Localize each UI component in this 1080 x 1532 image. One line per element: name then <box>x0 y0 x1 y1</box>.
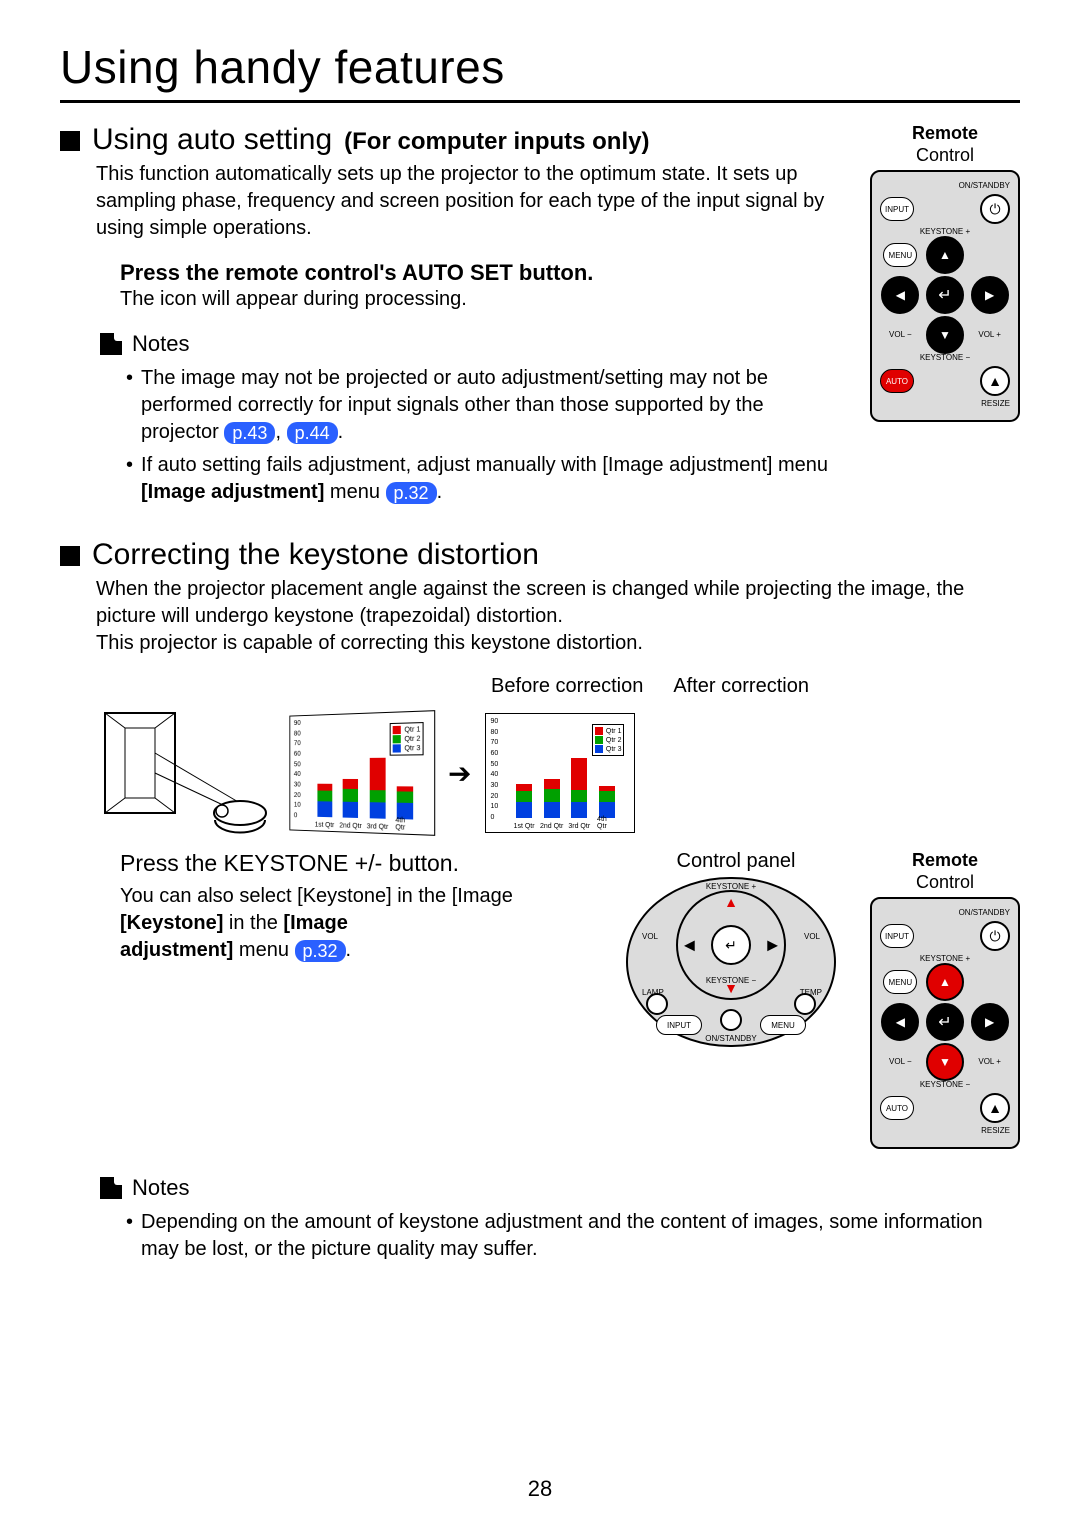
menu-button[interactable]: MENU <box>760 1015 806 1035</box>
vol-left-label: VOL <box>642 933 658 941</box>
page-ref[interactable]: p.32 <box>386 482 437 504</box>
onstandby-button[interactable] <box>720 1009 742 1031</box>
note-text: Depending on the amount of keystone adju… <box>141 1209 1020 1263</box>
image-adjust-label: [Image adjustment] <box>141 481 324 503</box>
up-button[interactable] <box>926 963 964 1001</box>
page-ref[interactable]: p.44 <box>287 422 338 444</box>
keystone-plus-label: KEYSTONE + <box>880 228 1010 236</box>
note-text: If auto setting fails adjustment, adjust… <box>141 454 828 476</box>
remote-control-illustration: ON/STANDBY INPUT ⏻ KEYSTONE + MENU ↵ VOL… <box>870 897 1020 1149</box>
auto-button[interactable]: AUTO <box>880 369 914 393</box>
keystone-plus-label: KEYSTONE + <box>880 955 1010 963</box>
down-button[interactable] <box>926 316 964 354</box>
keystone-minus-label: KEYSTONE − <box>880 1081 1010 1089</box>
input-button[interactable]: INPUT <box>656 1015 702 1035</box>
keystone-intro: When the projector placement angle again… <box>96 576 1020 657</box>
after-label: After correction <box>673 675 809 698</box>
up-button[interactable] <box>926 236 964 274</box>
note-item: • If auto setting fails adjustment, adju… <box>126 452 840 506</box>
auto-setting-step-sub: The icon will appear during processing. <box>120 288 840 311</box>
notes-title: Notes <box>132 331 189 357</box>
vol-left-arrow-icon: ◀ <box>684 937 695 954</box>
right-button[interactable] <box>971 1003 1009 1041</box>
resize-label: RESIZE <box>880 400 1010 408</box>
page-ref[interactable]: p.32 <box>295 940 346 962</box>
onstandby-label: ON/STANDBY <box>880 909 1010 917</box>
onstandby-button[interactable]: ⏻ <box>980 194 1010 224</box>
auto-setting-intro: This function automatically sets up the … <box>96 161 840 242</box>
page-number: 28 <box>528 1476 552 1502</box>
input-button[interactable]: INPUT <box>880 924 914 948</box>
keystone-step: Press the KEYSTONE +/- button. <box>120 850 602 877</box>
notes-icon <box>100 333 122 355</box>
title-underline <box>60 100 1020 103</box>
vol-right-label: VOL <box>804 933 820 941</box>
keystone-plus-label: KEYSTONE + <box>706 883 756 891</box>
auto-button[interactable]: AUTO <box>880 1096 914 1120</box>
control-panel-label: Control panel <box>626 850 846 873</box>
temp-indicator <box>794 993 816 1015</box>
image-adj-label: [Image <box>283 912 347 934</box>
resize-button[interactable]: ▲ <box>980 1093 1010 1123</box>
note-item: • Depending on the amount of keystone ad… <box>126 1209 1020 1263</box>
keystone-heading: Correcting the keystone distortion <box>92 538 539 572</box>
section-bullet-icon <box>60 131 80 151</box>
bullet-icon: • <box>126 1209 133 1263</box>
remote-control-illustration: ON/STANDBY INPUT ⏻ KEYSTONE + MENU ↵ VOL… <box>870 170 1020 422</box>
enter-button[interactable]: ↵ <box>711 925 751 965</box>
vol-right-arrow-icon: ▶ <box>767 937 778 954</box>
page-title: Using handy features <box>60 40 1020 94</box>
left-button[interactable] <box>881 1003 919 1041</box>
left-button[interactable] <box>881 276 919 314</box>
notes-title: Notes <box>132 1175 189 1201</box>
keystone-step-sub: You can also select [Keystone] in the [I… <box>120 885 513 907</box>
keystone-minus-label: KEYSTONE − <box>880 354 1010 362</box>
notes-icon <box>100 1177 122 1199</box>
menu-button[interactable]: MENU <box>883 970 917 994</box>
auto-setting-step: Press the remote control's AUTO SET butt… <box>120 260 840 286</box>
vol-minus-label: VOL − <box>889 331 912 339</box>
bullet-icon: • <box>126 365 133 446</box>
arrow-icon: ➔ <box>448 757 471 790</box>
remote-label: Remote Control <box>870 123 1020 166</box>
auto-setting-heading: Using auto setting <box>92 123 332 157</box>
keystone-minus-label: KEYSTONE − <box>706 977 756 985</box>
right-button[interactable] <box>971 276 1009 314</box>
after-chart: 01020304050607080901st Qtr2nd Qtr3rd Qtr… <box>485 713 635 833</box>
note-item: • The image may not be projected or auto… <box>126 365 840 446</box>
input-button[interactable]: INPUT <box>880 197 914 221</box>
vol-plus-label: VOL + <box>978 1058 1001 1066</box>
bullet-icon: • <box>126 452 133 506</box>
onstandby-label: ON/STANDBY <box>880 182 1010 190</box>
resize-label: RESIZE <box>880 1127 1010 1135</box>
onstandby-label: ON/STANDBY <box>705 1035 756 1043</box>
enter-button[interactable]: ↵ <box>926 276 964 314</box>
auto-setting-heading-sub: (For computer inputs only) <box>344 128 649 156</box>
remote-label: Remote Control <box>870 850 1020 893</box>
menu-button[interactable]: MENU <box>883 243 917 267</box>
down-button[interactable] <box>926 1043 964 1081</box>
keystone-plus-arrow-icon: ▲ <box>724 894 738 910</box>
keystone-label: [Keystone] <box>120 912 223 934</box>
vol-plus-label: VOL + <box>978 331 1001 339</box>
control-panel-illustration: ↵ ▲ ▼ ◀ ▶ KEYSTONE + KEYSTONE − VOL VOL … <box>626 877 836 1047</box>
image-adj-label: adjustment] <box>120 939 233 961</box>
section-bullet-icon <box>60 546 80 566</box>
onstandby-button[interactable]: ⏻ <box>980 921 1010 951</box>
vol-minus-label: VOL − <box>889 1058 912 1066</box>
enter-button[interactable]: ↵ <box>926 1003 964 1041</box>
resize-button[interactable]: ▲ <box>980 366 1010 396</box>
page-ref[interactable]: p.43 <box>224 422 275 444</box>
before-label: Before correction <box>491 675 643 698</box>
before-chart: 01020304050607080901st Qtr2nd Qtr3rd Qtr… <box>289 710 435 836</box>
lamp-indicator <box>646 993 668 1015</box>
projector-drawing <box>100 708 270 838</box>
